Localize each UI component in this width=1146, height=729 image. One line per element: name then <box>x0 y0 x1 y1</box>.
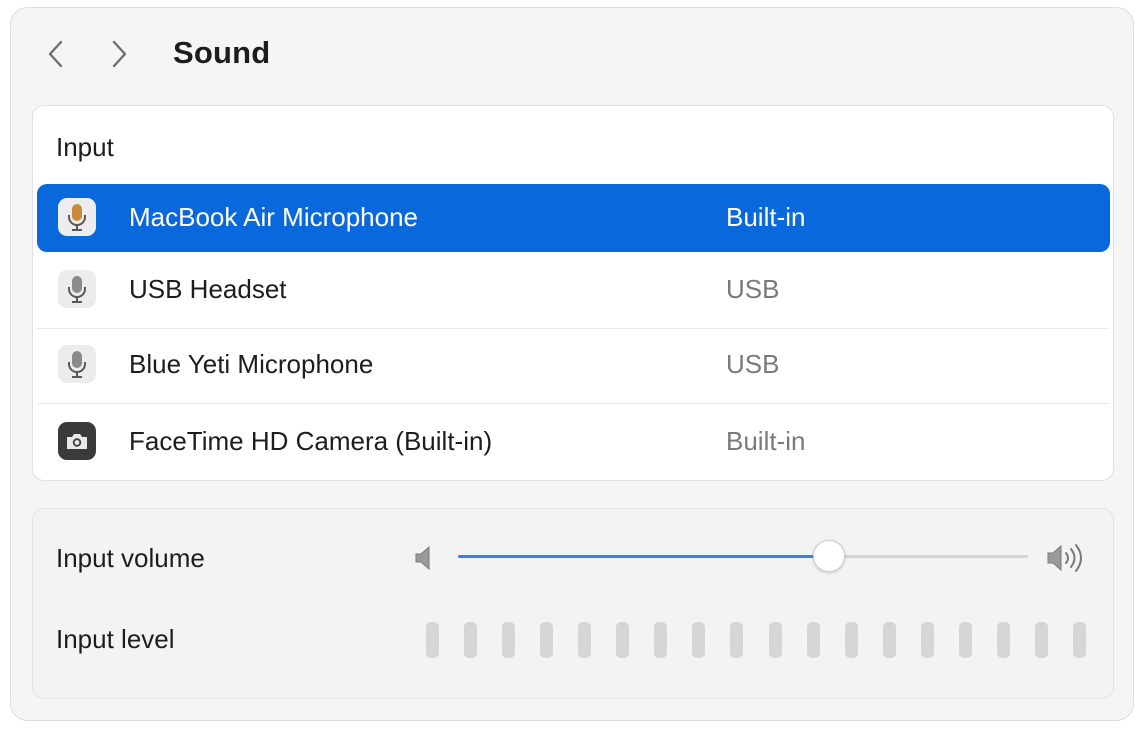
device-name: USB Headset <box>129 274 287 304</box>
input-level-segment <box>540 622 554 658</box>
device-row-facetime-hd-camera[interactable]: FaceTime HD Camera (Built-in) Built-in <box>37 408 1110 476</box>
slider-thumb[interactable] <box>812 540 845 572</box>
device-name: MacBook Air Microphone <box>129 202 419 232</box>
device-name: FaceTime HD Camera (Built-in) <box>129 426 493 456</box>
input-level-segment <box>958 622 972 658</box>
input-volume-slider[interactable] <box>458 540 1028 572</box>
input-level-segment <box>806 622 820 658</box>
input-devices-panel: Input MacBook Air Microphone Built-in US… <box>32 105 1114 481</box>
input-level-segment <box>996 622 1010 658</box>
input-level-segment <box>578 622 592 658</box>
device-type: Built-in <box>726 202 806 232</box>
microphone-icon <box>58 198 96 236</box>
forward-button[interactable] <box>101 36 137 72</box>
device-name: Blue Yeti Microphone <box>129 349 374 379</box>
slider-fill <box>458 555 829 558</box>
microphone-icon <box>58 345 96 383</box>
input-level-segment <box>502 622 516 658</box>
input-level-label: Input level <box>56 624 175 654</box>
titlebar: Sound <box>11 8 1133 100</box>
input-level-segment <box>844 622 858 658</box>
input-level-segment <box>920 622 934 658</box>
input-level-segment <box>426 622 439 658</box>
input-level-meter <box>426 622 1086 658</box>
input-level-segment <box>882 622 896 658</box>
input-volume-panel: Input volume Input level <box>32 508 1114 699</box>
input-volume-label: Input volume <box>56 543 205 573</box>
device-type: USB <box>726 274 780 304</box>
back-button[interactable] <box>38 36 74 72</box>
input-level-segment <box>616 622 630 658</box>
input-level-segment <box>768 622 782 658</box>
chevron-right-icon <box>112 40 127 68</box>
speaker-high-icon <box>1047 544 1082 572</box>
input-level-segment <box>654 622 668 658</box>
sound-settings-window: Sound Input MacBook Air Microphone Built… <box>10 7 1134 721</box>
device-type: USB <box>726 349 780 379</box>
input-level-segment <box>730 622 744 658</box>
input-level-segment <box>1073 622 1086 658</box>
chevron-left-icon <box>48 40 63 68</box>
device-row-usb-headset[interactable]: USB Headset USB <box>37 256 1110 329</box>
page-title: Sound <box>173 35 271 70</box>
camera-icon <box>58 422 96 460</box>
device-row-macbook-air-microphone[interactable]: MacBook Air Microphone Built-in <box>37 184 1110 252</box>
input-level-segment <box>464 622 478 658</box>
input-section-heading: Input <box>56 132 114 162</box>
device-type: Built-in <box>726 426 806 456</box>
microphone-icon <box>58 270 96 308</box>
input-level-segment <box>692 622 706 658</box>
input-level-segment <box>1034 622 1048 658</box>
device-row-blue-yeti-microphone[interactable]: Blue Yeti Microphone USB <box>37 331 1110 404</box>
speaker-low-icon <box>415 545 430 571</box>
